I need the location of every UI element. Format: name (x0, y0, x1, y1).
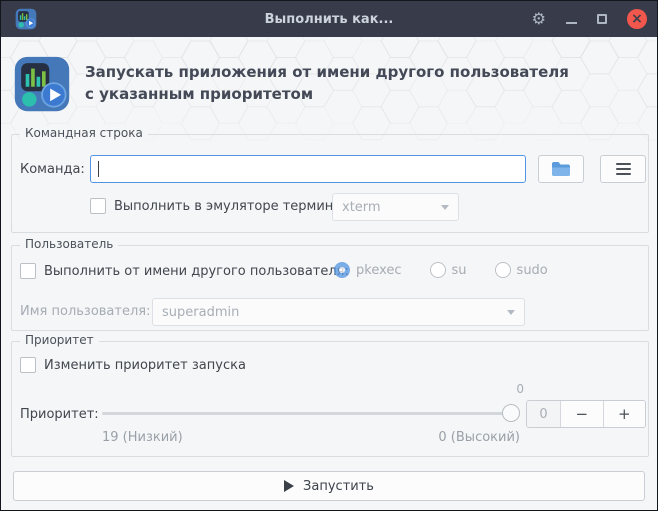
command-input-wrap (90, 155, 526, 183)
priority-spin-value: 0 (527, 401, 561, 427)
radio-su[interactable]: su (429, 262, 467, 278)
radio-pkexec[interactable]: pkexec (334, 262, 402, 278)
folder-icon (552, 162, 570, 176)
page-title-line1: Запускать приложения от имени другого по… (85, 63, 569, 81)
command-label: Команда: (20, 162, 85, 177)
minimize-icon[interactable] (566, 22, 577, 24)
username-label: Имя пользователя: (20, 304, 151, 319)
radio-pkexec-circle (334, 262, 350, 278)
terminal-emulator-value: xterm (342, 199, 381, 215)
priority-spinbox: 0 − + (526, 400, 646, 428)
command-input[interactable] (90, 155, 526, 183)
user-group-legend: Пользователь (20, 237, 119, 251)
browse-file-button[interactable] (538, 155, 584, 183)
terminal-emulator-select[interactable]: xterm (332, 193, 459, 221)
run-as-other-user-checkbox[interactable] (20, 263, 36, 279)
app-icon-large (14, 56, 70, 112)
priority-group-legend: Приоритет (20, 333, 99, 347)
priority-label: Приоритет: (20, 407, 99, 422)
user-group: Пользователь Выполнить от имени другого … (11, 237, 649, 331)
chevron-down-icon (441, 204, 449, 210)
radio-pkexec-label: pkexec (356, 262, 402, 278)
priority-slider-handle[interactable] (502, 404, 520, 422)
command-group: Командная строка Команда: Выполнить в эм… (11, 126, 649, 233)
change-priority-checkbox[interactable] (20, 357, 36, 373)
restore-icon[interactable] (597, 14, 607, 24)
radio-sudo-circle (494, 262, 511, 278)
run-button-label: Запустить (303, 478, 374, 494)
chevron-down-icon (507, 309, 515, 315)
username-select[interactable]: superadmin (152, 298, 525, 326)
radio-su-circle (429, 262, 446, 278)
run-as-window: Выполнить как... ⚙ × Запускать приложени… (0, 0, 658, 511)
spin-minus-button[interactable]: − (561, 401, 604, 427)
menu-button[interactable] (600, 155, 646, 183)
page-title-line2: с указанным приоритетом (85, 85, 314, 103)
priority-group: Приоритет Изменить приоритет запуска 0 П… (11, 333, 649, 457)
command-group-legend: Командная строка (20, 126, 148, 140)
close-icon[interactable]: × (627, 9, 647, 29)
terminal-checkbox-label: Выполнить в эмуляторе терминала (114, 199, 358, 214)
hamburger-menu-icon (615, 163, 631, 175)
run-as-other-user-label: Выполнить от имени другого пользователя: (44, 264, 349, 279)
priority-scale-high: 0 (Высокий) (438, 430, 520, 445)
header: Запускать приложения от имени другого по… (13, 55, 645, 113)
radio-sudo-label: sudo (516, 262, 548, 278)
text-caret (98, 161, 99, 177)
auth-method-radio-group: pkexec su sudo (334, 262, 548, 278)
username-value: superadmin (162, 304, 240, 320)
radio-su-label: su (451, 262, 467, 278)
radio-sudo[interactable]: sudo (494, 262, 548, 278)
slider-value-hint: 0 (516, 382, 524, 396)
run-button[interactable]: Запустить (13, 471, 645, 501)
priority-scale-low: 19 (Низкий) (102, 430, 183, 445)
page-title: Запускать приложения от имени другого по… (85, 55, 569, 113)
priority-slider-track[interactable] (102, 412, 514, 415)
spin-plus-button[interactable]: + (603, 401, 645, 427)
window-controls: ⚙ × (532, 1, 647, 37)
terminal-checkbox[interactable] (90, 198, 106, 214)
settings-gear-icon[interactable]: ⚙ (532, 11, 546, 27)
titlebar[interactable]: Выполнить как... ⚙ × (1, 1, 657, 37)
play-icon (284, 480, 295, 492)
change-priority-label: Изменить приоритет запуска (44, 358, 246, 373)
